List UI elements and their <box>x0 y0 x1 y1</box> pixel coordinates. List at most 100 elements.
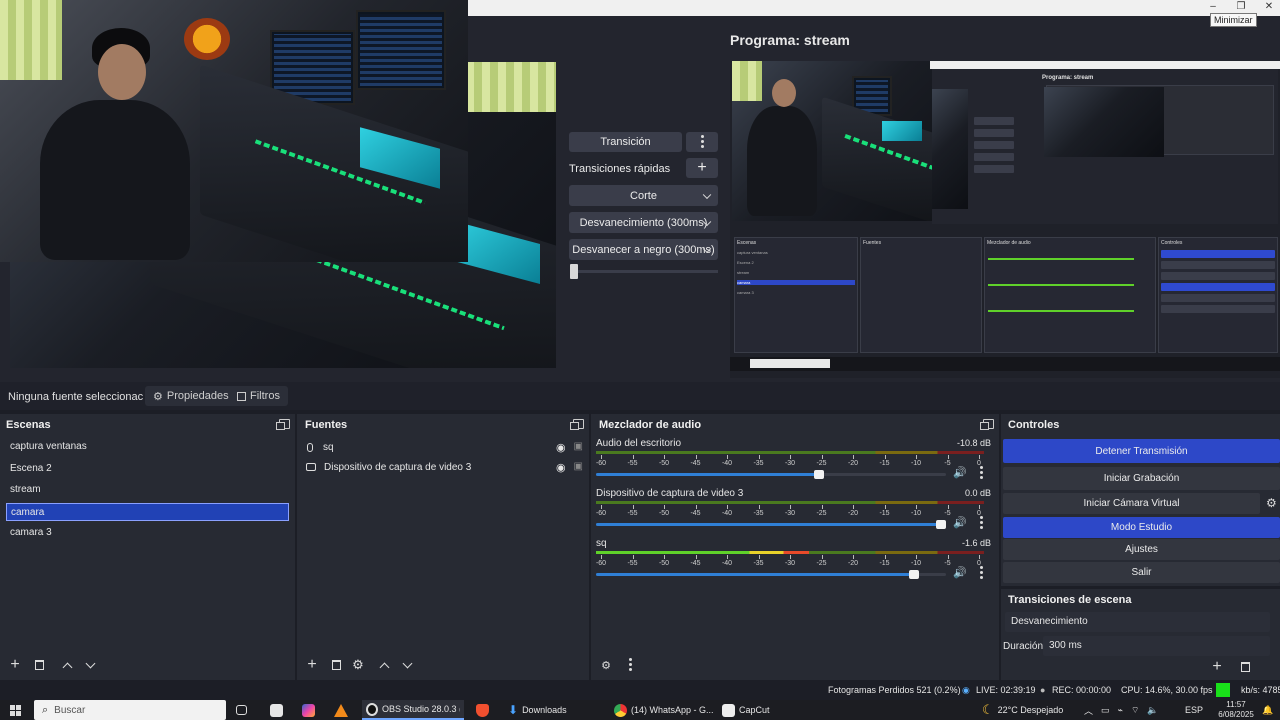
notifications-button[interactable]: 🔔 <box>1262 700 1273 720</box>
mixer-menu-button[interactable] <box>621 656 639 674</box>
lock-icon[interactable]: ▣ <box>574 441 583 454</box>
volume-slider[interactable] <box>596 520 946 529</box>
weather-widget[interactable]: ☾ 22°C Despejado <box>982 700 1063 720</box>
add-scene-button[interactable]: + <box>6 656 24 674</box>
move-scene-down-button[interactable] <box>81 656 99 674</box>
volume-handle[interactable] <box>908 570 919 579</box>
start-virtual-camera-button[interactable]: Iniciar Cámara Virtual <box>1003 493 1260 514</box>
transition-select[interactable]: Desvanecimiento <box>1005 612 1270 632</box>
advanced-audio-button[interactable]: ⚙ <box>597 656 615 674</box>
undock-icon[interactable] <box>276 419 290 430</box>
transition-menu-button[interactable] <box>686 132 718 152</box>
tick-label: -30 <box>784 560 796 567</box>
trash-icon <box>1240 662 1250 672</box>
undock-icon[interactable] <box>980 419 994 430</box>
tick-mark <box>979 505 980 509</box>
move-scene-up-button[interactable] <box>58 656 76 674</box>
duration-input[interactable]: 300 ms <box>1043 636 1270 656</box>
speaker-icon[interactable]: 🔊 <box>953 466 967 479</box>
speaker-icon[interactable]: 🔊 <box>953 516 967 529</box>
tick-label: -15 <box>879 560 890 567</box>
source-name: sq <box>323 441 334 453</box>
scene-item[interactable]: camara <box>6 503 289 521</box>
tick-label: -35 <box>753 560 764 567</box>
exit-button[interactable]: Salir <box>1003 562 1280 583</box>
move-source-up-button[interactable] <box>375 656 393 674</box>
filters-button[interactable]: Filtros <box>229 386 288 406</box>
quick-transition-cut[interactable]: Corte <box>569 185 718 206</box>
speaker-icon[interactable]: 🔊 <box>953 566 967 579</box>
transition-button[interactable]: Transición <box>569 132 682 152</box>
taskbar-search[interactable]: ⌕ Buscar <box>34 700 226 720</box>
tick-label: -20 <box>847 460 859 467</box>
stop-stream-button[interactable]: Detener Transmisión <box>1003 439 1280 463</box>
kebab-icon[interactable] <box>980 566 983 581</box>
quick-transition-fade-black[interactable]: Desvanecer a negro (300ms) <box>569 239 718 260</box>
start-button[interactable] <box>10 700 21 720</box>
volume-slider[interactable] <box>596 470 946 479</box>
source-properties-button[interactable]: ⚙ <box>349 656 367 674</box>
tbar-track[interactable] <box>572 270 718 273</box>
taskbar-obs[interactable]: OBS Studio 28.0.3 (... <box>362 700 464 720</box>
add-transition-button[interactable]: + <box>1208 658 1226 676</box>
studio-mode-button[interactable]: Modo Estudio <box>1003 517 1280 538</box>
taskbar-whatsapp[interactable]: (14) WhatsApp - G... <box>614 700 714 720</box>
kebab-icon[interactable] <box>980 516 983 531</box>
tick-mark <box>916 455 917 459</box>
vlc-icon <box>334 703 348 717</box>
tick-label: -60 <box>595 460 607 467</box>
volume-meter <box>596 551 984 554</box>
source-item[interactable]: sq ◉ ▣ <box>303 438 583 456</box>
minimize-button[interactable]: – <box>1206 2 1220 12</box>
live-indicator-icon: ◉ <box>962 685 970 695</box>
kebab-icon <box>628 657 632 673</box>
scene-item[interactable]: Escena 2 <box>6 460 289 478</box>
remove-transition-button[interactable] <box>1236 658 1254 676</box>
undock-icon[interactable] <box>570 419 584 430</box>
taskbar-app-3[interactable] <box>334 700 348 720</box>
gears-icon: ⚙ <box>601 659 611 672</box>
tray-icons[interactable]: ︿ ▭ ⌁ ⌔ 🔈 <box>1084 700 1159 720</box>
kebab-icon[interactable] <box>980 466 983 481</box>
tbar-handle[interactable] <box>570 264 578 279</box>
taskbar-app-1[interactable] <box>270 700 283 720</box>
lock-icon[interactable]: ▣ <box>574 461 583 474</box>
virtual-camera-settings-icon[interactable]: ⚙ <box>1266 496 1277 510</box>
mini-mixer: Mezclador de audio <box>984 237 1156 353</box>
eye-icon[interactable]: ◉ <box>556 441 566 454</box>
taskbar-brave[interactable] <box>476 700 489 720</box>
maximize-button[interactable]: ❐ <box>1234 2 1248 12</box>
quick-transition-fade[interactable]: Desvanecimiento (300ms) <box>569 212 718 233</box>
scene-item[interactable]: camara 3 <box>6 524 289 542</box>
task-view-button[interactable] <box>236 700 247 720</box>
tick-label: -10 <box>910 560 922 567</box>
remove-source-button[interactable] <box>327 656 345 674</box>
program-video[interactable]: Programa: stream Escenas captura ventana… <box>730 61 1280 378</box>
scene-item[interactable]: stream <box>6 481 289 499</box>
add-source-button[interactable]: + <box>303 656 321 674</box>
start-recording-button[interactable]: Iniciar Grabación <box>1003 467 1280 490</box>
add-quick-transition-button[interactable]: + <box>686 158 718 178</box>
rec-time: REC: 00:00:00 <box>1052 685 1112 695</box>
volume-slider[interactable] <box>596 570 946 579</box>
clock[interactable]: 11:57 6/08/2025 <box>1214 700 1258 720</box>
taskbar-downloads[interactable]: ⬇ Downloads <box>508 700 567 720</box>
move-source-down-button[interactable] <box>398 656 416 674</box>
settings-button[interactable]: Ajustes <box>1003 539 1280 560</box>
volume-handle[interactable] <box>936 520 946 529</box>
close-button[interactable]: ✕ <box>1262 2 1276 12</box>
preview-area: – ❐ ✕ Minimizar Transición Transiciones … <box>0 0 1280 382</box>
scene-item[interactable]: captura ventanas <box>6 438 289 456</box>
eye-icon[interactable]: ◉ <box>556 461 566 474</box>
taskbar-app-2[interactable] <box>302 700 315 720</box>
volume-handle[interactable] <box>813 470 824 479</box>
tick-mark <box>601 505 602 509</box>
tick-label: -35 <box>753 460 764 467</box>
search-icon: ⌕ <box>42 703 49 716</box>
tick-label: -25 <box>816 460 827 467</box>
remove-scene-button[interactable] <box>30 656 48 674</box>
properties-button[interactable]: ⚙ Propiedades <box>145 386 237 406</box>
taskbar-capcut[interactable]: CapCut <box>722 700 770 720</box>
source-item[interactable]: Dispositivo de captura de video 3 ◉ ▣ <box>303 458 583 476</box>
language-indicator[interactable]: ESP <box>1185 700 1203 720</box>
